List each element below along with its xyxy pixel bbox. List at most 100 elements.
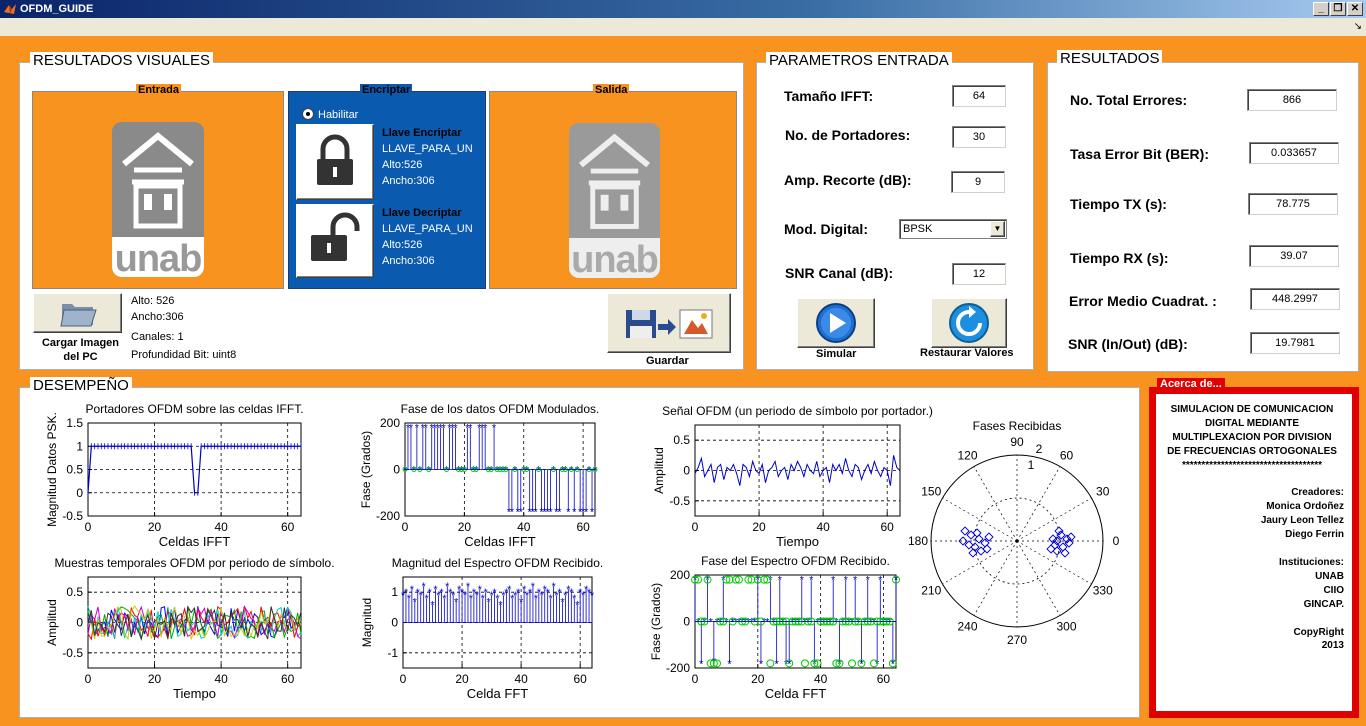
input-info-ancho: Ancho:306 bbox=[131, 311, 184, 323]
snr-label: SNR Canal (dB): bbox=[785, 265, 894, 281]
angle-tick-label: 60 bbox=[1060, 448, 1074, 462]
about-line: 2013 bbox=[1321, 640, 1344, 652]
carriers-input[interactable]: 30 bbox=[952, 126, 1006, 148]
angle-tick-label: 120 bbox=[957, 448, 977, 462]
plot-title: Fases Recibidas bbox=[973, 419, 1062, 433]
save-button[interactable] bbox=[607, 293, 731, 353]
chevron-down-icon[interactable]: ▼ bbox=[990, 221, 1005, 237]
minimize-button[interactable]: _ bbox=[1313, 2, 1329, 16]
enable-radio[interactable] bbox=[302, 108, 314, 120]
data-point: * bbox=[533, 506, 538, 518]
about-line bbox=[1160, 542, 1344, 556]
x-axis-label: Tiempo bbox=[173, 686, 216, 701]
y-tick-label: 1 bbox=[76, 439, 83, 453]
rx-time-value: 39.07 bbox=[1249, 245, 1339, 267]
data-point: * bbox=[853, 575, 858, 587]
ifft-size-label: Tamaño IFFT: bbox=[784, 88, 874, 104]
data-point: * bbox=[531, 581, 536, 593]
x-tick-label: 60 bbox=[281, 520, 295, 534]
x-axis-label: Tiempo bbox=[776, 534, 819, 549]
encrypt-key-button[interactable] bbox=[296, 124, 374, 200]
y-tick-label: 0 bbox=[391, 616, 398, 630]
dock-arrow-icon[interactable]: ↘ bbox=[1354, 21, 1362, 32]
mod-label: Mod. Digital: bbox=[784, 221, 868, 237]
input-info-depth: Profundidad Bit: uint8 bbox=[131, 349, 237, 361]
restore-button[interactable]: ❐ bbox=[1330, 2, 1346, 16]
x-tick-label: 20 bbox=[458, 520, 472, 534]
x-tick-label: 20 bbox=[455, 672, 469, 686]
simulate-label: Simular bbox=[816, 348, 857, 360]
about-line: Creadores: bbox=[1291, 487, 1344, 499]
y-axis-label: Fase (Grados) bbox=[359, 431, 373, 508]
x-tick-label: 60 bbox=[281, 672, 295, 686]
angle-tick-label: 330 bbox=[1093, 584, 1113, 598]
folder-open-icon bbox=[60, 304, 97, 327]
window-title: OFDM_GUIDE bbox=[20, 3, 94, 15]
data-point: * bbox=[709, 617, 714, 629]
y-tick-label: 0 bbox=[683, 464, 690, 478]
data-point: * bbox=[590, 506, 595, 518]
data-point: * bbox=[831, 575, 836, 587]
y-tick-label: 0.5 bbox=[673, 433, 690, 447]
refresh-icon bbox=[949, 303, 989, 343]
y-tick-label: -200 bbox=[666, 661, 690, 675]
about-line bbox=[1160, 473, 1344, 487]
x-tick-label: 40 bbox=[814, 672, 828, 686]
about-title: Acerca de... bbox=[1157, 378, 1225, 390]
mod-select[interactable]: BPSK ▼ bbox=[899, 219, 1007, 239]
y-tick-label: 0.5 bbox=[66, 463, 83, 477]
input-image: unab bbox=[112, 122, 204, 277]
x-tick-label: 20 bbox=[148, 520, 162, 534]
data-point: * bbox=[778, 575, 783, 587]
radius-tick-label: 1 bbox=[1028, 458, 1035, 472]
matlab-icon bbox=[4, 4, 16, 14]
data-point: * bbox=[878, 575, 883, 587]
y-tick-label: 1 bbox=[391, 585, 398, 599]
decrypt-key-button[interactable] bbox=[296, 204, 374, 278]
data-point: * bbox=[424, 423, 429, 435]
output-logo-text: unab bbox=[569, 238, 660, 278]
data-point: * bbox=[759, 658, 764, 670]
data-point: * bbox=[519, 596, 524, 608]
output-image: unab bbox=[569, 123, 660, 278]
snr-inout-label: SNR (In/Out) (dB): bbox=[1068, 336, 1188, 352]
x-tick-label: 60 bbox=[881, 520, 895, 534]
about-line: GINCAP. bbox=[1303, 598, 1344, 610]
angle-tick-label: 240 bbox=[957, 620, 977, 634]
restore-values-button[interactable] bbox=[931, 298, 1007, 348]
x-tick-label: 0 bbox=[692, 520, 699, 534]
data-point: * bbox=[765, 617, 770, 629]
encrypt-label: Encriptar bbox=[360, 84, 413, 96]
data-point: * bbox=[454, 596, 459, 608]
y-axis-label: Amplitud bbox=[45, 599, 59, 646]
radius-tick-label: 2 bbox=[1036, 442, 1043, 456]
data-point: * bbox=[584, 506, 589, 518]
about-line: SIMULACION DE COMUNICACION bbox=[1170, 404, 1334, 415]
ifft-size-input[interactable]: 64 bbox=[952, 85, 1006, 107]
data-point: * bbox=[572, 506, 577, 518]
data-point: * bbox=[866, 575, 871, 587]
about-line bbox=[1160, 612, 1344, 626]
unab-logo-noisy-icon bbox=[569, 123, 660, 233]
angle-tick-label: 150 bbox=[921, 485, 941, 499]
about-line: Jaury Leon Tellez bbox=[1260, 515, 1344, 527]
angle-tick-label: 270 bbox=[1007, 633, 1027, 647]
about-line: UNAB bbox=[1315, 570, 1344, 582]
x-axis-label: Celdas IFFT bbox=[464, 534, 536, 549]
lock-closed-icon bbox=[317, 134, 353, 185]
x-tick-label: 0 bbox=[85, 520, 92, 534]
close-button[interactable]: ✕ bbox=[1347, 2, 1363, 16]
toolbar-strip bbox=[0, 18, 1366, 36]
load-image-button[interactable] bbox=[33, 293, 122, 333]
simulate-button[interactable] bbox=[797, 298, 875, 348]
enable-radio-label: Habilitar bbox=[318, 109, 359, 121]
data-point: * bbox=[430, 599, 435, 611]
save-label: Guardar bbox=[646, 355, 689, 367]
data-point: * bbox=[410, 584, 415, 596]
y-tick-label: 0 bbox=[683, 615, 690, 629]
input-logo-text: unab bbox=[112, 237, 204, 277]
clip-amp-input[interactable]: 9 bbox=[951, 171, 1005, 193]
y-tick-label: -0.5 bbox=[62, 509, 83, 523]
input-info-canales: Canales: 1 bbox=[131, 331, 184, 343]
snr-input[interactable]: 12 bbox=[952, 263, 1006, 285]
